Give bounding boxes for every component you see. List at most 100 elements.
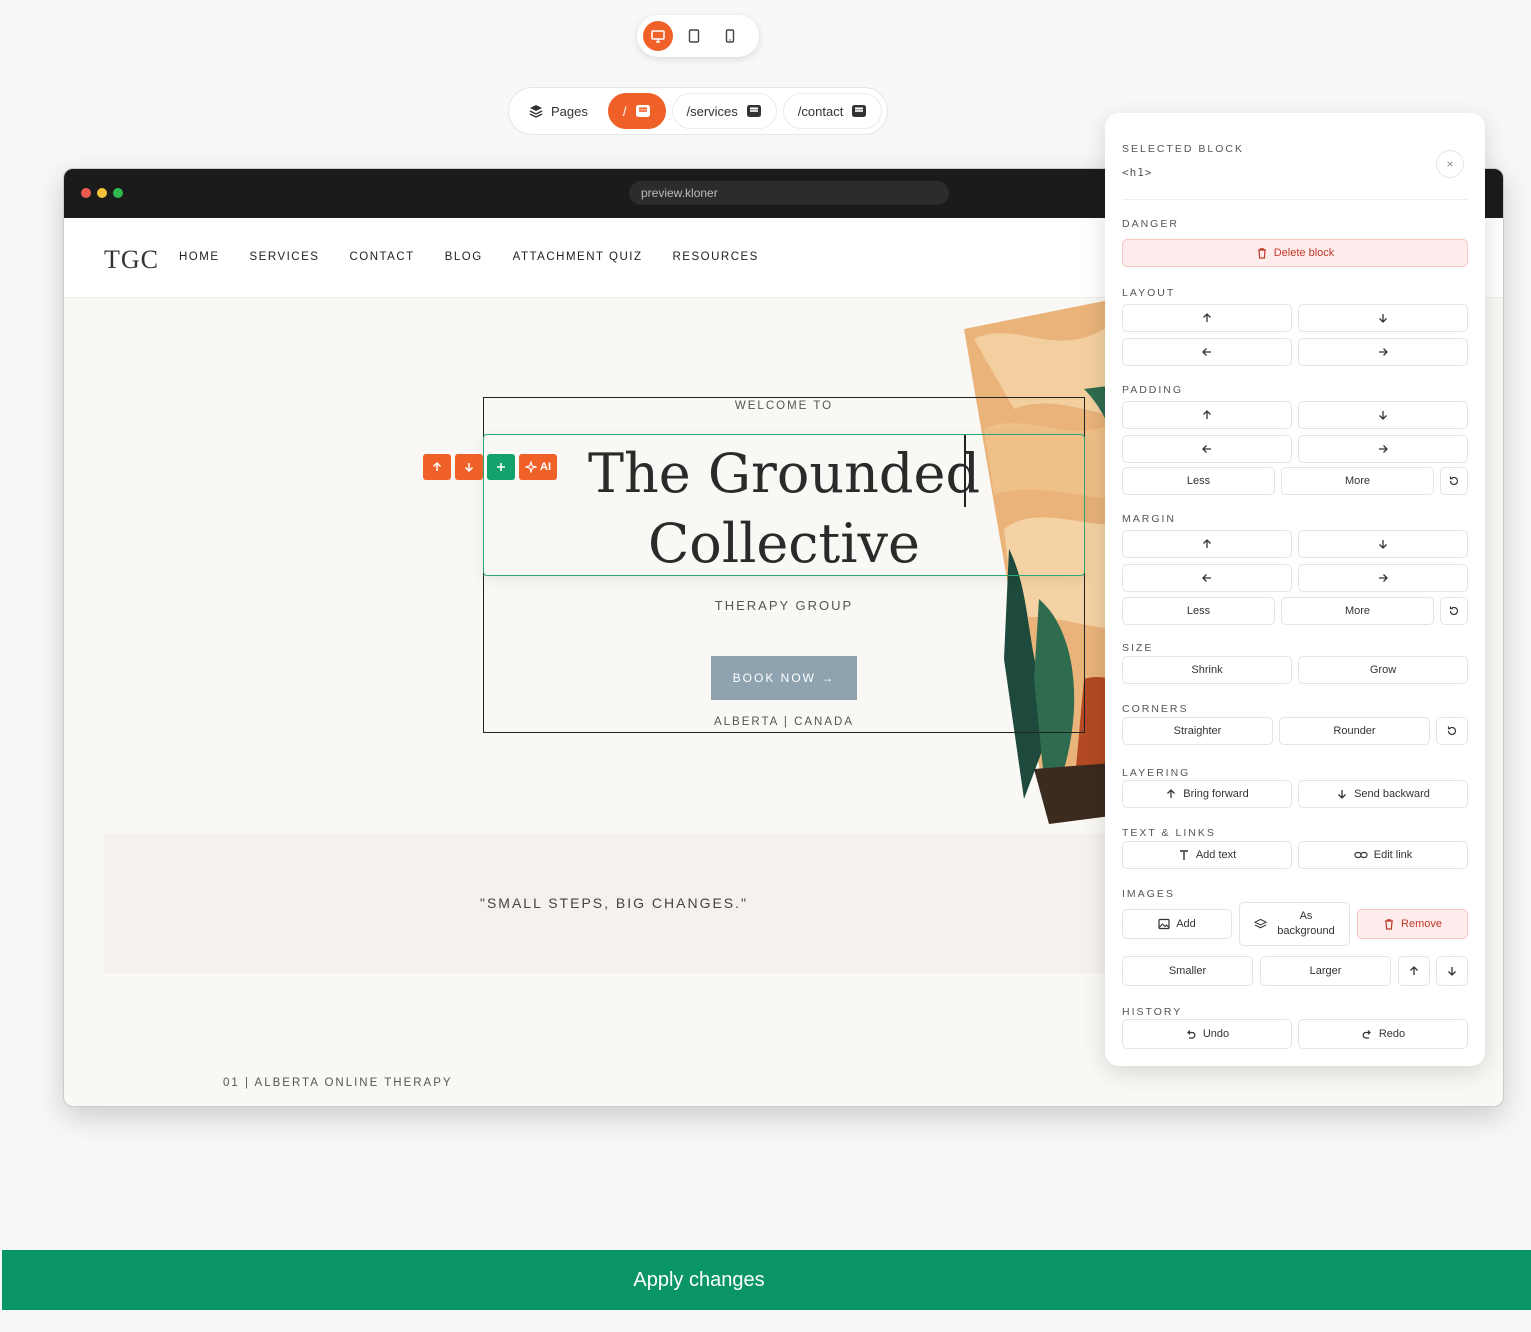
hero-title-line-2: Collective: [647, 512, 920, 575]
padding-right-button[interactable]: [1298, 435, 1468, 463]
straighter-button[interactable]: Straighter: [1122, 717, 1273, 745]
nav-link-home[interactable]: HOME: [179, 251, 220, 263]
page-preview-icon: [746, 105, 761, 117]
edit-link-label: Edit link: [1373, 849, 1413, 861]
image-smaller-button[interactable]: Smaller: [1122, 956, 1253, 986]
section-margin: MARGIN: [1122, 513, 1176, 525]
padding-left-button[interactable]: [1122, 435, 1292, 463]
section-padding: PADDING: [1122, 384, 1184, 396]
link-icon: [1354, 851, 1368, 859]
layout-up-button[interactable]: [1122, 304, 1292, 332]
section-corners: CORNERS: [1122, 703, 1189, 715]
tablet-view-button[interactable]: [679, 21, 709, 51]
site-logo[interactable]: TGC: [104, 245, 159, 275]
arrow-down-icon: [1379, 411, 1387, 420]
device-toggle: [637, 15, 759, 57]
padding-more-button[interactable]: More: [1281, 467, 1434, 495]
quote-text: "SMALL STEPS, BIG CHANGES.": [479, 895, 749, 911]
margin-up-button[interactable]: [1122, 530, 1292, 558]
send-backward-button[interactable]: Send backward: [1298, 780, 1468, 808]
mobile-view-button[interactable]: [715, 21, 745, 51]
move-down-button[interactable]: [455, 454, 483, 480]
arrow-left-icon: [1202, 348, 1211, 356]
section-layout: LAYOUT: [1122, 287, 1176, 299]
nav-link-blog[interactable]: BLOG: [445, 251, 483, 263]
delete-block-button[interactable]: Delete block: [1122, 239, 1468, 267]
padding-up-button[interactable]: [1122, 401, 1292, 429]
nav-link-attachment-quiz[interactable]: ATTACHMENT QUIZ: [513, 251, 643, 263]
arrow-up-icon: [432, 461, 442, 471]
image-move-down-button[interactable]: [1436, 956, 1468, 986]
margin-right-button[interactable]: [1298, 564, 1468, 592]
margin-left-button[interactable]: [1122, 564, 1292, 592]
hero-title[interactable]: The Grounded Collective: [484, 439, 1084, 579]
apply-changes-button[interactable]: Apply changes: [2, 1250, 1531, 1310]
mobile-icon: [725, 29, 735, 43]
shrink-button[interactable]: Shrink: [1122, 656, 1292, 684]
add-block-button[interactable]: [487, 454, 515, 480]
rounder-button[interactable]: Rounder: [1279, 717, 1430, 745]
edit-link-button[interactable]: Edit link: [1298, 841, 1468, 869]
page-tab-home[interactable]: /: [607, 93, 666, 129]
arrow-up-icon: [1203, 539, 1211, 548]
image-move-up-button[interactable]: [1398, 956, 1430, 986]
selected-h1-block[interactable]: The Grounded Collective: [483, 434, 1085, 576]
arrow-left-icon: [1202, 445, 1211, 453]
padding-less-button[interactable]: Less: [1122, 467, 1275, 495]
nav-link-contact[interactable]: CONTACT: [349, 251, 414, 263]
layout-right-button[interactable]: [1298, 338, 1468, 366]
bring-forward-button[interactable]: Bring forward: [1122, 780, 1292, 808]
quote-section: "SMALL STEPS, BIG CHANGES.": [104, 833, 1124, 973]
redo-button[interactable]: Redo: [1298, 1019, 1468, 1049]
apply-changes-label: Apply changes: [633, 1268, 765, 1291]
arrow-right-icon: [1379, 574, 1388, 582]
panel-title: SELECTED BLOCK: [1122, 143, 1244, 155]
margin-reset-button[interactable]: [1440, 597, 1468, 625]
hero-location: ALBERTA | CANADA: [713, 716, 854, 728]
padding-down-button[interactable]: [1298, 401, 1468, 429]
image-larger-button[interactable]: Larger: [1260, 956, 1391, 986]
site-nav-links: HOME SERVICES CONTACT BLOG ATTACHMENT QU…: [179, 251, 759, 263]
hero-title-line-1: The Grounded: [587, 442, 981, 505]
section-label: 01 | ALBERTA ONLINE THERAPY: [223, 1077, 453, 1089]
send-backward-label: Send backward: [1354, 788, 1430, 800]
plus-icon: [497, 463, 505, 471]
tablet-icon: [688, 29, 700, 43]
margin-more-button[interactable]: More: [1281, 597, 1434, 625]
undo-button[interactable]: Undo: [1122, 1019, 1292, 1049]
hero-subtitle: THERAPY GROUP: [714, 598, 854, 613]
as-background-button[interactable]: As background: [1239, 902, 1350, 946]
trash-icon: [1385, 919, 1394, 930]
page-tab-contact[interactable]: /contact: [782, 93, 883, 129]
pages-menu-button[interactable]: Pages: [515, 93, 602, 129]
selected-tag: <h1>: [1122, 166, 1153, 179]
nav-link-services[interactable]: SERVICES: [250, 251, 320, 263]
add-image-button[interactable]: Add: [1122, 909, 1232, 939]
padding-reset-button[interactable]: [1440, 467, 1468, 495]
ai-button[interactable]: AI: [519, 454, 557, 480]
undo-icon: [1186, 1030, 1196, 1039]
margin-down-button[interactable]: [1298, 530, 1468, 558]
block-toolbar: AI: [423, 454, 557, 480]
move-up-button[interactable]: [423, 454, 451, 480]
section-text-links: TEXT & LINKS: [1122, 827, 1216, 839]
arrow-up-icon: [1167, 789, 1176, 798]
margin-less-button[interactable]: Less: [1122, 597, 1275, 625]
layout-down-button[interactable]: [1298, 304, 1468, 332]
arrow-down-icon: [1379, 540, 1387, 549]
page-tab-services[interactable]: /services: [671, 93, 777, 129]
layers-icon: [1254, 918, 1268, 928]
corners-reset-button[interactable]: [1436, 717, 1468, 745]
desktop-view-button[interactable]: [643, 21, 673, 51]
remove-image-label: Remove: [1401, 918, 1442, 930]
close-panel-button[interactable]: ×: [1436, 150, 1464, 178]
book-now-button[interactable]: BOOK NOW →: [711, 656, 857, 700]
as-background-label: As background: [1277, 909, 1335, 939]
add-text-button[interactable]: Add text: [1122, 841, 1292, 869]
page-preview-icon: [852, 105, 867, 117]
pages-bar: Pages / /services /contact: [508, 87, 888, 135]
nav-link-resources[interactable]: RESOURCES: [673, 251, 759, 263]
layout-left-button[interactable]: [1122, 338, 1292, 366]
grow-button[interactable]: Grow: [1298, 656, 1468, 684]
remove-image-button[interactable]: Remove: [1357, 909, 1468, 939]
